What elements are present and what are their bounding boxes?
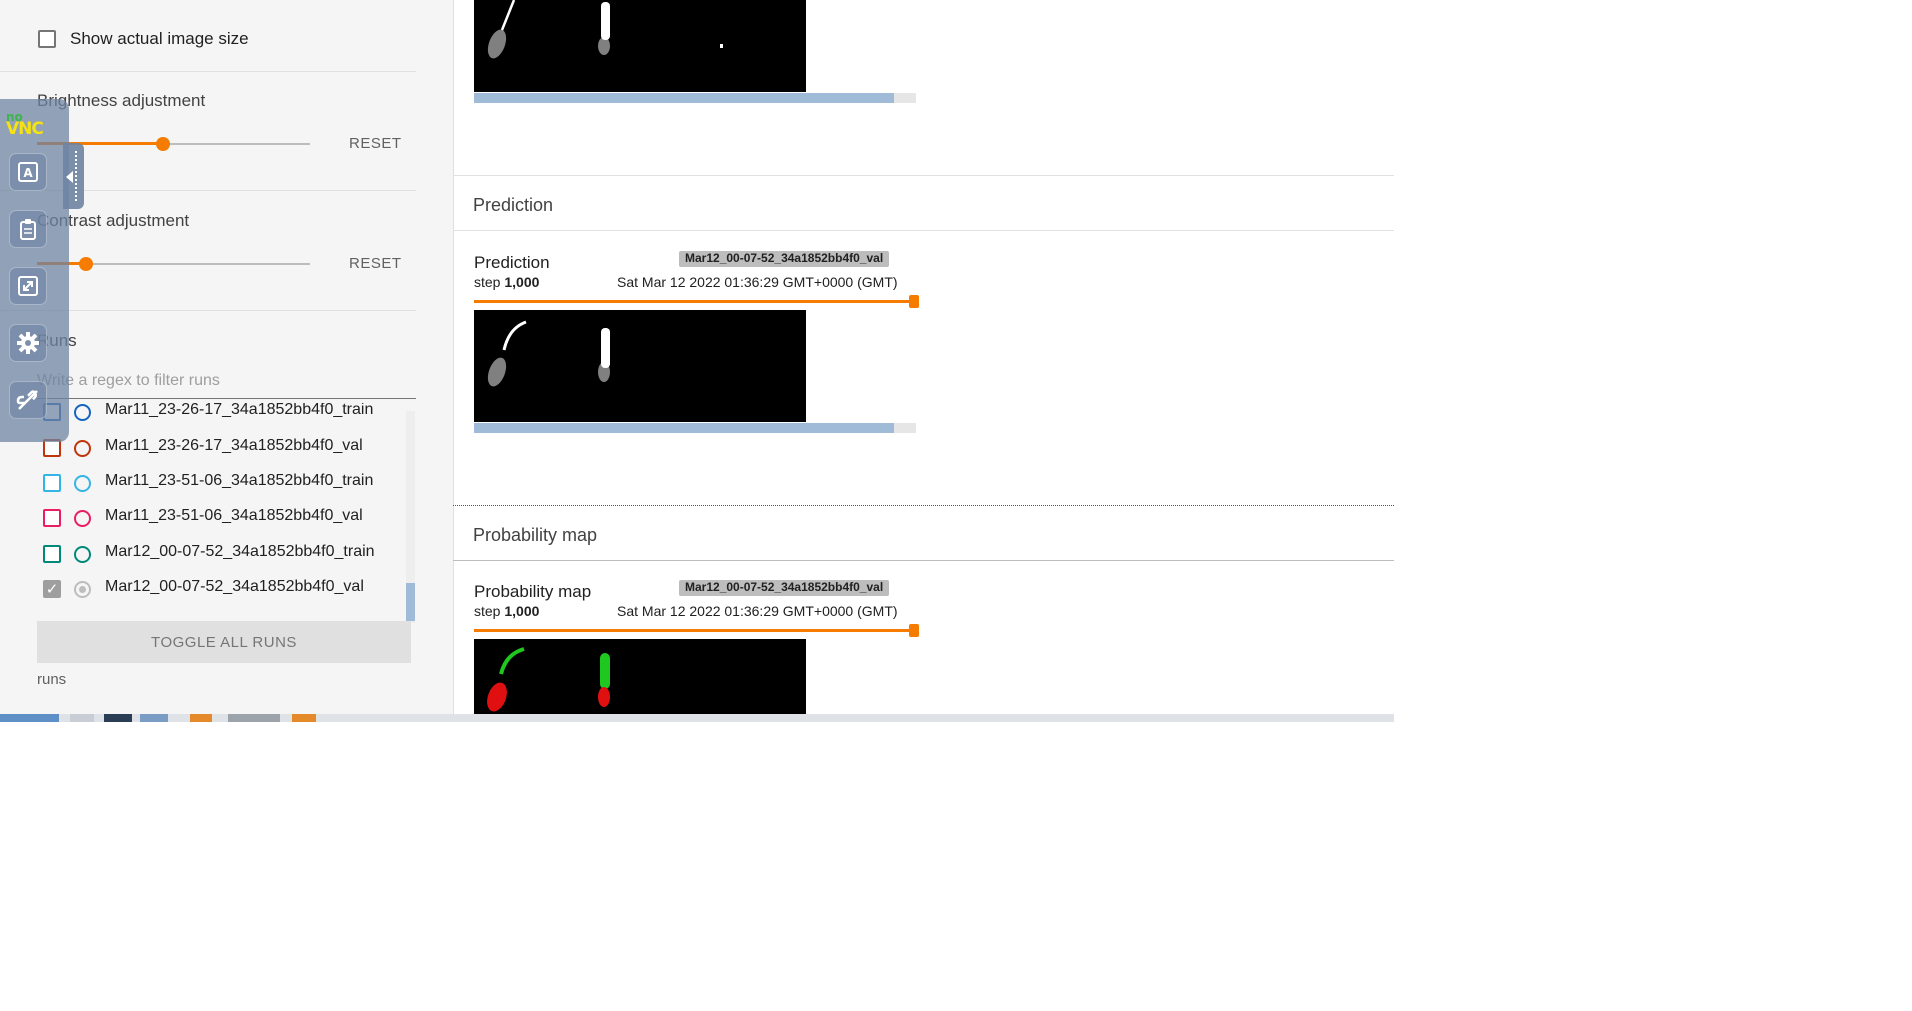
run-label: Mar11_23-51-06_34a1852bb4f0_train: [105, 472, 374, 489]
image-size-bar-fill: [474, 423, 894, 433]
card-timestamp: Sat Mar 12 2022 01:36:29 GMT+0000 (GMT): [617, 274, 898, 290]
run-color-radio[interactable]: [74, 475, 91, 492]
image-size-bar: [474, 423, 916, 433]
image-size-bar: [474, 93, 916, 103]
show-actual-size-checkbox[interactable]: [38, 30, 56, 48]
section-title: Prediction: [473, 195, 554, 215]
image-thumbnail[interactable]: [474, 310, 806, 422]
run-color-radio[interactable]: [74, 546, 91, 563]
fullscreen-icon[interactable]: [9, 267, 47, 305]
run-name-chip: Mar12_00-07-52_34a1852bb4f0_val: [679, 251, 890, 267]
card-step: step 1,000: [474, 274, 540, 290]
toggle-all-runs-button[interactable]: TOGGLE ALL RUNS: [37, 621, 411, 663]
taskbar-app-icon[interactable]: [104, 714, 132, 722]
step-slider-track[interactable]: [474, 300, 916, 303]
chevron-left-icon: [66, 171, 73, 183]
run-color-radio[interactable]: [74, 581, 91, 598]
taskbar-app-icon[interactable]: [228, 714, 280, 722]
runs-footer-label: runs: [37, 671, 67, 688]
run-checkbox[interactable]: [43, 474, 61, 492]
run-label: Mar12_00-07-52_34a1852bb4f0_val: [105, 578, 364, 595]
run-label: Mar11_23-51-06_34a1852bb4f0_val: [105, 507, 363, 524]
brightness-slider-knob[interactable]: [156, 137, 170, 151]
step-slider-knob[interactable]: [909, 624, 919, 637]
novnc-control-bar-handle[interactable]: [63, 143, 84, 209]
contrast-slider-knob[interactable]: [79, 257, 93, 271]
run-color-radio[interactable]: [74, 440, 91, 457]
run-color-radio[interactable]: [74, 404, 91, 421]
novnc-control-bar: no VNC A: [0, 99, 69, 442]
taskbar-app-icon[interactable]: [190, 714, 212, 722]
tensorboard-window: Show actual image size Brightness adjust…: [0, 0, 1394, 722]
image-thumbnail[interactable]: [474, 639, 806, 714]
divider: [0, 71, 416, 72]
card-title: Probability map: [474, 582, 592, 601]
svg-text:A: A: [23, 166, 33, 180]
run-label: Mar12_00-07-52_34a1852bb4f0_train: [105, 543, 375, 560]
taskbar-app-icon[interactable]: [292, 714, 316, 722]
grip-icon: [75, 151, 79, 201]
disconnect-icon[interactable]: [9, 381, 47, 419]
taskbar-app-icon[interactable]: [70, 714, 94, 722]
start-button[interactable]: [0, 714, 59, 722]
image-thumbnail[interactable]: [474, 0, 806, 92]
run-name-chip: Mar12_00-07-52_34a1852bb4f0_val: [679, 580, 890, 596]
novnc-logo: no VNC: [6, 110, 44, 139]
section-title: Probability map: [473, 525, 598, 545]
run-list-scrollbar-thumb[interactable]: [406, 583, 415, 621]
run-filter-underline: [37, 398, 416, 399]
section-header-probability-map[interactable]: Probability map: [453, 505, 1394, 561]
run-checkbox[interactable]: [43, 509, 61, 527]
step-slider-track[interactable]: [474, 629, 916, 632]
brightness-reset-button[interactable]: RESET: [349, 135, 402, 152]
show-actual-size-label: Show actual image size: [70, 29, 249, 48]
run-color-radio[interactable]: [74, 510, 91, 527]
clipboard-icon[interactable]: [9, 210, 47, 248]
taskbar-app-icon[interactable]: [140, 714, 168, 722]
card-timestamp: Sat Mar 12 2022 01:36:29 GMT+0000 (GMT): [617, 603, 898, 619]
step-slider-knob[interactable]: [909, 295, 919, 308]
card-title: Prediction: [474, 253, 550, 272]
card-step: step 1,000: [474, 603, 540, 619]
contrast-reset-button[interactable]: RESET: [349, 255, 402, 272]
run-label: Mar11_23-26-17_34a1852bb4f0_val: [105, 437, 363, 454]
settings-icon[interactable]: [9, 324, 47, 362]
run-label: Mar11_23-26-17_34a1852bb4f0_train: [105, 403, 374, 418]
keyboard-icon[interactable]: A: [9, 153, 47, 191]
run-checkbox[interactable]: ✓: [43, 580, 61, 598]
run-checkbox[interactable]: [43, 545, 61, 563]
taskbar: [0, 714, 1394, 722]
image-size-bar-fill: [474, 93, 894, 103]
main-left-border: [453, 0, 454, 722]
section-header-prediction[interactable]: Prediction: [453, 175, 1394, 231]
main-content: Prediction Prediction step 1,000 Mar12_0…: [453, 0, 1394, 722]
